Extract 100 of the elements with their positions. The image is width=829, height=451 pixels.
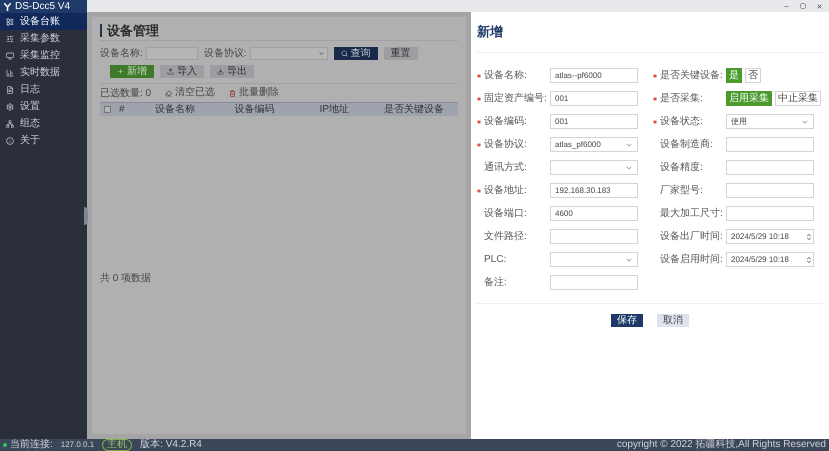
- field-label: 设备协议:: [484, 138, 528, 152]
- column-header: IP地址: [318, 102, 350, 117]
- datetime-field[interactable]: 2024/5/29 10:18: [726, 229, 814, 244]
- spinner-icon[interactable]: [805, 254, 813, 264]
- column-header: 是否关键设备: [383, 102, 446, 117]
- sliders-icon: [6, 34, 14, 42]
- toggle-option[interactable]: 启用采集: [726, 91, 772, 106]
- dialog-button[interactable]: 取消: [657, 314, 689, 327]
- text-input[interactable]: [550, 275, 638, 290]
- required-asterisk-icon: [477, 120, 481, 124]
- text-input[interactable]: [726, 160, 814, 175]
- select-field[interactable]: [550, 252, 638, 267]
- select-field[interactable]: 使用: [726, 114, 814, 129]
- text-input[interactable]: [726, 137, 814, 152]
- toolbar-button[interactable]: 查询: [334, 47, 378, 60]
- copyright-text: copyright © 2022 拓疆科技,All Rights Reserved: [616, 440, 826, 450]
- filter-label: 设备名称:: [100, 47, 143, 61]
- version-text: 版本: V4.2.R4: [140, 440, 202, 450]
- sidebar-item[interactable]: 设备台账: [0, 13, 87, 30]
- total-count: 共 0 项数据: [100, 272, 152, 286]
- settings-icon: [6, 102, 14, 110]
- field-label: 设备启用时间:: [660, 252, 724, 267]
- sidebar-item[interactable]: 实时数据: [0, 64, 87, 81]
- maximize-icon[interactable]: [800, 3, 806, 9]
- field-label: 文件路径:: [484, 230, 528, 244]
- toolbar-button[interactable]: 重置: [384, 47, 418, 60]
- upload-icon: [167, 68, 174, 75]
- required-asterisk-icon: [477, 188, 481, 192]
- text-input[interactable]: [726, 206, 814, 221]
- trash-icon: [229, 90, 236, 96]
- column-header: 设备编码: [234, 102, 276, 117]
- text-input[interactable]: 4600: [550, 206, 638, 221]
- dialog-button[interactable]: 保存: [611, 314, 643, 327]
- filter-label: 设备协议:: [204, 46, 247, 61]
- required-asterisk-icon: [653, 74, 657, 78]
- required-asterisk-icon: [653, 120, 657, 124]
- field-label: 最大加工尺寸:: [660, 206, 724, 221]
- toolbar-button[interactable]: 导入: [160, 65, 204, 78]
- info-icon: [6, 136, 14, 144]
- datetime-field[interactable]: 2024/5/29 10:18: [726, 252, 814, 267]
- toolbar-button[interactable]: 导出: [210, 65, 254, 78]
- field-label: 设备地址:: [484, 184, 528, 198]
- field-label: 设备端口:: [484, 206, 528, 221]
- field-label: 设备名称:: [484, 69, 528, 83]
- sidebar-item[interactable]: 组态: [0, 115, 87, 132]
- download-icon: [217, 68, 224, 75]
- slider-handle[interactable]: [84, 207, 88, 225]
- text-input[interactable]: [550, 229, 638, 244]
- ip-address: 127.0.0.1: [60, 441, 94, 449]
- select-field[interactable]: [250, 47, 328, 60]
- toolbar-button[interactable]: 新增: [110, 65, 154, 78]
- select-field[interactable]: [550, 160, 638, 175]
- toggle-option[interactable]: 中止采集: [775, 91, 821, 106]
- clear-selection-link[interactable]: 清空已选: [165, 88, 216, 98]
- toggle-option[interactable]: 否: [745, 68, 761, 83]
- title-accent: [100, 24, 102, 37]
- toggle-option[interactable]: 是: [726, 68, 742, 83]
- batch-delete-link[interactable]: 批量删除: [229, 88, 280, 98]
- selected-count: 已选数量: 0: [100, 86, 152, 100]
- list-icon: [6, 18, 14, 26]
- field-label: 固定资产编号:: [484, 92, 548, 106]
- close-icon[interactable]: [816, 2, 823, 10]
- field-label: 是否采集:: [660, 92, 704, 106]
- sidebar-item[interactable]: 日志: [0, 81, 87, 98]
- field-label: PLC:: [484, 253, 508, 267]
- text-input[interactable]: [726, 183, 814, 198]
- text-input[interactable]: 001: [550, 91, 638, 106]
- field-label: 设备精度:: [660, 160, 704, 175]
- plus-icon: [117, 68, 124, 75]
- field-label: 设备编码:: [484, 114, 528, 129]
- select-field[interactable]: atlas_pf6000: [550, 137, 638, 152]
- sidebar-item[interactable]: 设置: [0, 98, 87, 115]
- chevron-down-icon: [318, 50, 325, 57]
- field-label: 设备出厂时间:: [660, 230, 724, 244]
- search-icon: [340, 50, 348, 57]
- text-input[interactable]: atlas--pf6000: [550, 68, 638, 83]
- field-label: 是否关键设备:: [660, 68, 724, 83]
- page-title: 设备管理: [107, 22, 159, 40]
- app-title: DS-Dcc5 V4: [15, 2, 70, 12]
- text-input[interactable]: 192.168.30.183: [550, 183, 638, 198]
- column-header: 设备名称: [154, 103, 196, 117]
- sidebar-item[interactable]: 采集监控: [0, 47, 87, 64]
- chart-icon: [6, 68, 14, 76]
- sidebar-item[interactable]: 采集参数: [0, 30, 87, 47]
- monitor-icon: [6, 52, 14, 60]
- text-input[interactable]: 001: [550, 114, 638, 129]
- sidebar-item[interactable]: 关于: [0, 132, 87, 149]
- field-label: 厂家型号:: [660, 184, 704, 198]
- connection-label: 当前连接:: [10, 440, 53, 450]
- required-asterisk-icon: [477, 74, 481, 78]
- column-header: #: [119, 103, 126, 117]
- document-icon: [6, 86, 14, 94]
- required-asterisk-icon: [653, 96, 657, 100]
- field-label: 设备制造商:: [660, 138, 714, 152]
- drawer-title: 新增: [477, 24, 503, 39]
- logo-icon: [4, 2, 11, 10]
- network-icon: [6, 120, 14, 128]
- header-checkbox[interactable]: [104, 106, 111, 113]
- spinner-icon[interactable]: [805, 232, 813, 242]
- host-badge: 主机: [102, 439, 132, 451]
